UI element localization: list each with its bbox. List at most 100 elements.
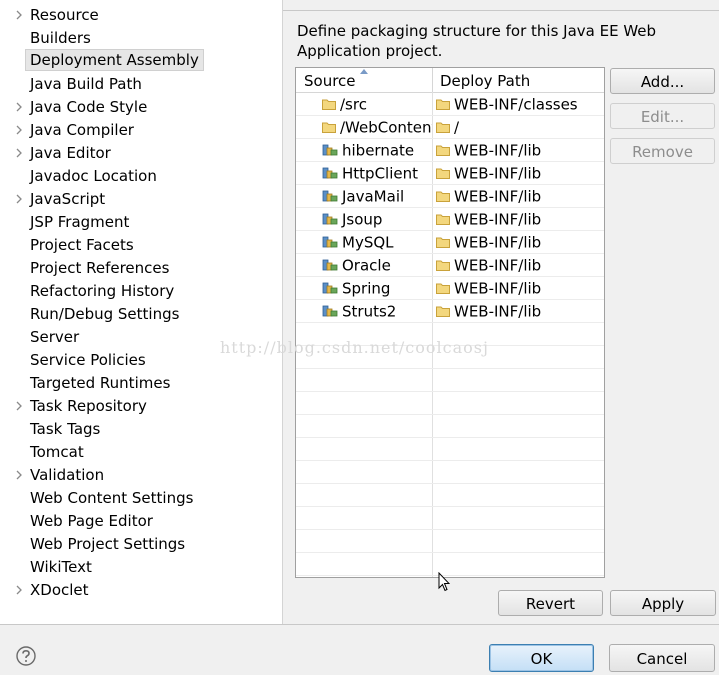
remove-button[interactable]: Remove (610, 138, 715, 164)
expand-arrow-icon[interactable] (16, 585, 24, 595)
edit-button[interactable]: Edit... (610, 103, 715, 129)
table-row[interactable]: Struts2 WEB-INF/lib (296, 300, 604, 323)
add-button[interactable]: Add... (610, 68, 715, 94)
sidebar-item[interactable]: Web Page Editor (0, 510, 282, 533)
source-cell: Struts2 (322, 302, 432, 321)
expand-arrow-icon[interactable] (16, 470, 24, 480)
watermark-text: http://blog.csdn.net/coolcaosj (220, 338, 489, 357)
sidebar-item-label: Java Build Path (30, 75, 142, 93)
deploy-cell: WEB-INF/lib (436, 141, 541, 160)
folder-icon (436, 142, 450, 160)
sidebar-item[interactable]: XDoclet (0, 579, 282, 602)
sort-ascending-icon (360, 68, 368, 76)
sidebar-item[interactable]: Javadoc Location (0, 165, 282, 188)
sidebar-item[interactable]: Task Tags (0, 418, 282, 441)
sidebar-item-label: Task Tags (30, 420, 101, 438)
table-row[interactable]: hibernate WEB-INF/lib (296, 139, 604, 162)
source-path: hibernate (342, 141, 415, 160)
sidebar-item[interactable]: Validation (0, 464, 282, 487)
sidebar-item[interactable]: Targeted Runtimes (0, 372, 282, 395)
sidebar-item-label: Javadoc Location (30, 167, 157, 185)
expand-arrow-icon[interactable] (16, 102, 24, 112)
library-icon (322, 142, 338, 160)
table-row[interactable]: HttpClient WEB-INF/lib (296, 162, 604, 185)
source-path: JavaMail (342, 187, 405, 206)
sidebar-item[interactable]: Java Code Style (0, 96, 282, 119)
expand-arrow-icon[interactable] (16, 10, 24, 20)
sidebar-item-label: Deployment Assembly (25, 49, 204, 71)
source-cell: HttpClient (322, 164, 432, 183)
sidebar-item[interactable]: Java Build Path (0, 73, 282, 96)
sidebar-item-label: Refactoring History (30, 282, 175, 300)
revert-button[interactable]: Revert (498, 590, 603, 616)
source-cell: Spring (322, 279, 432, 298)
table-row[interactable]: /WebContent / (296, 116, 604, 139)
sidebar-item[interactable]: Tomcat (0, 441, 282, 464)
sidebar-item-label: Project References (30, 259, 170, 277)
sidebar-item[interactable]: Resource (0, 4, 282, 27)
sidebar-item-label: Java Editor (30, 144, 111, 162)
empty-row (296, 530, 604, 553)
table-row[interactable]: JavaMail WEB-INF/lib (296, 185, 604, 208)
expand-arrow-icon[interactable] (16, 401, 24, 411)
sidebar-item[interactable]: Builders (0, 27, 282, 50)
sidebar-item[interactable]: Run/Debug Settings (0, 303, 282, 326)
deployment-table[interactable]: Source Deploy Path /src WEB-INF/classes/W… (295, 67, 605, 578)
expand-arrow-icon[interactable] (16, 148, 24, 158)
help-icon[interactable] (16, 646, 36, 666)
sidebar-item[interactable]: Task Repository (0, 395, 282, 418)
source-cell: Jsoup (322, 210, 432, 229)
deploy-cell: WEB-INF/lib (436, 302, 541, 321)
column-header-deploy-path[interactable]: Deploy Path (433, 68, 604, 92)
deploy-path: WEB-INF/lib (454, 256, 542, 275)
table-row[interactable]: Jsoup WEB-INF/lib (296, 208, 604, 231)
sidebar-item-label: Web Content Settings (30, 489, 194, 507)
empty-row (296, 553, 604, 576)
deploy-path: WEB-INF/classes (454, 95, 578, 114)
apply-button[interactable]: Apply (610, 590, 716, 616)
sidebar-item[interactable]: Web Content Settings (0, 487, 282, 510)
table-row[interactable]: Oracle WEB-INF/lib (296, 254, 604, 277)
mouse-cursor-icon (438, 571, 451, 596)
sidebar-item-label: WikiText (30, 558, 92, 576)
sidebar-item[interactable]: Project Facets (0, 234, 282, 257)
deploy-path: / (454, 118, 460, 137)
sidebar-item-label: XDoclet (30, 581, 89, 599)
sidebar-item[interactable]: Project References (0, 257, 282, 280)
ok-button[interactable]: OK (489, 644, 594, 672)
sidebar-item[interactable]: Deployment Assembly (0, 49, 282, 73)
source-path: Spring (342, 279, 391, 298)
sidebar-item[interactable]: WikiText (0, 556, 282, 579)
deploy-cell: WEB-INF/lib (436, 187, 541, 206)
empty-row (296, 415, 604, 438)
folder-icon (436, 119, 450, 137)
cancel-button[interactable]: Cancel (609, 644, 715, 672)
deploy-path: WEB-INF/lib (454, 141, 542, 160)
deploy-path: WEB-INF/lib (454, 302, 542, 321)
deploy-cell: WEB-INF/lib (436, 210, 541, 229)
footer-separator (0, 624, 719, 625)
sidebar-item-label: Run/Debug Settings (30, 305, 180, 323)
sidebar-item-label: Service Policies (30, 351, 146, 369)
sidebar-item[interactable]: JavaScript (0, 188, 282, 211)
sidebar-item[interactable]: Java Editor (0, 142, 282, 165)
folder-icon (322, 119, 336, 137)
sidebar-item[interactable]: Refactoring History (0, 280, 282, 303)
folder-icon (322, 96, 336, 114)
sidebar-item[interactable]: Java Compiler (0, 119, 282, 142)
table-row[interactable]: /src WEB-INF/classes (296, 93, 604, 116)
deploy-path: WEB-INF/lib (454, 279, 542, 298)
table-row[interactable]: Spring WEB-INF/lib (296, 277, 604, 300)
header-separator (283, 10, 719, 11)
deploy-cell: / (436, 118, 459, 137)
column-header-source[interactable]: Source (296, 68, 433, 92)
table-row[interactable]: MySQL WEB-INF/lib (296, 231, 604, 254)
expand-arrow-icon[interactable] (16, 194, 24, 204)
source-path: Struts2 (342, 302, 397, 321)
sidebar-item[interactable]: JSP Fragment (0, 211, 282, 234)
deploy-cell: WEB-INF/classes (436, 95, 578, 114)
sidebar-item[interactable]: Web Project Settings (0, 533, 282, 556)
deploy-cell: WEB-INF/lib (436, 233, 541, 252)
sidebar-item-label: Java Code Style (30, 98, 148, 116)
expand-arrow-icon[interactable] (16, 125, 24, 135)
